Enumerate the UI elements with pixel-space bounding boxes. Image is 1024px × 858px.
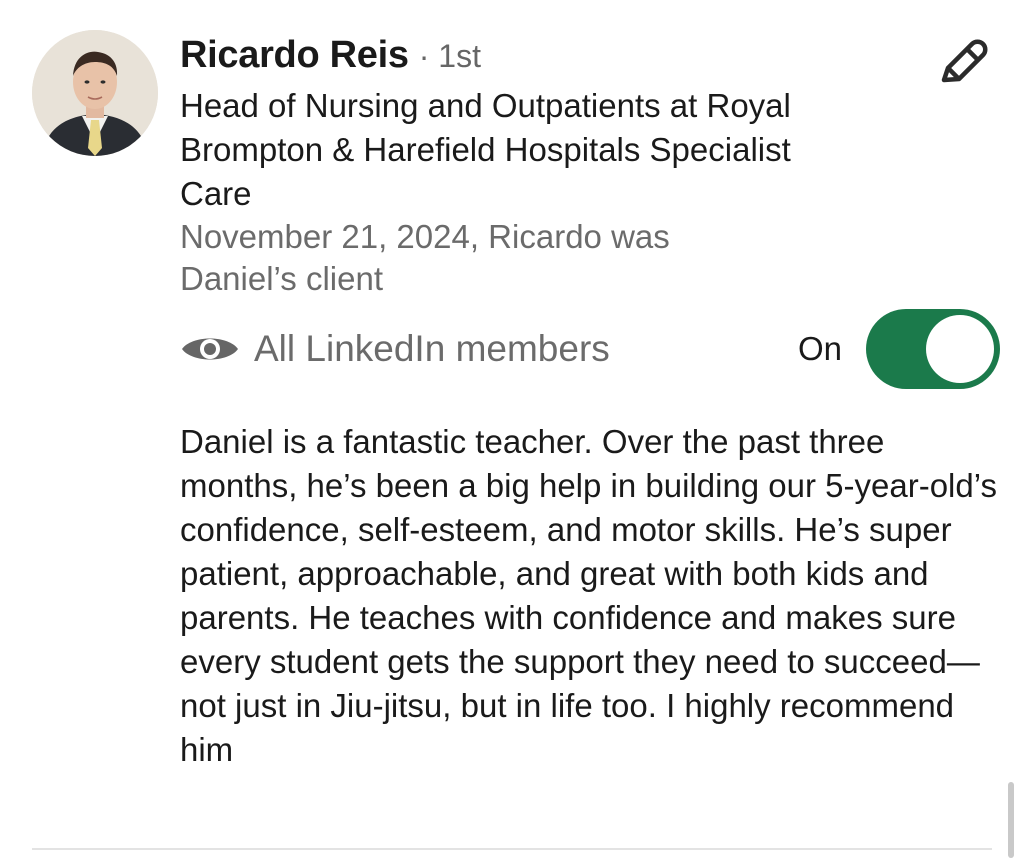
recommendation-card: Ricardo Reis · 1st Head of Nursing and O…	[0, 0, 1024, 858]
pencil-icon	[941, 39, 988, 83]
toggle-knob	[926, 315, 994, 383]
recommender-headline: Head of Nursing and Outpatients at Royal…	[180, 87, 791, 212]
visibility-toggle[interactable]	[866, 309, 1000, 389]
recommender-header: Ricardo Reis · 1st Head of Nursing and O…	[180, 34, 900, 300]
recommendation-text: Daniel is a fantastic teacher. Over the …	[180, 423, 997, 768]
visibility-label: All LinkedIn members	[254, 328, 610, 369]
avatar[interactable]	[32, 30, 158, 156]
eye-icon	[182, 338, 238, 360]
recommendation-meta: November 21, 2024, Ricardo was Daniel’s …	[180, 218, 670, 297]
visibility-row: All LinkedIn members On	[180, 308, 1000, 390]
toggle-state-label: On	[797, 330, 842, 367]
recommender-name[interactable]: Ricardo Reis	[180, 34, 409, 77]
divider	[32, 848, 992, 850]
edit-button[interactable]	[930, 30, 994, 94]
scrollbar[interactable]	[1008, 782, 1014, 858]
name-row: Ricardo Reis · 1st	[180, 34, 900, 82]
avatar-photo	[32, 30, 158, 156]
connection-degree: · 1st	[418, 38, 481, 74]
